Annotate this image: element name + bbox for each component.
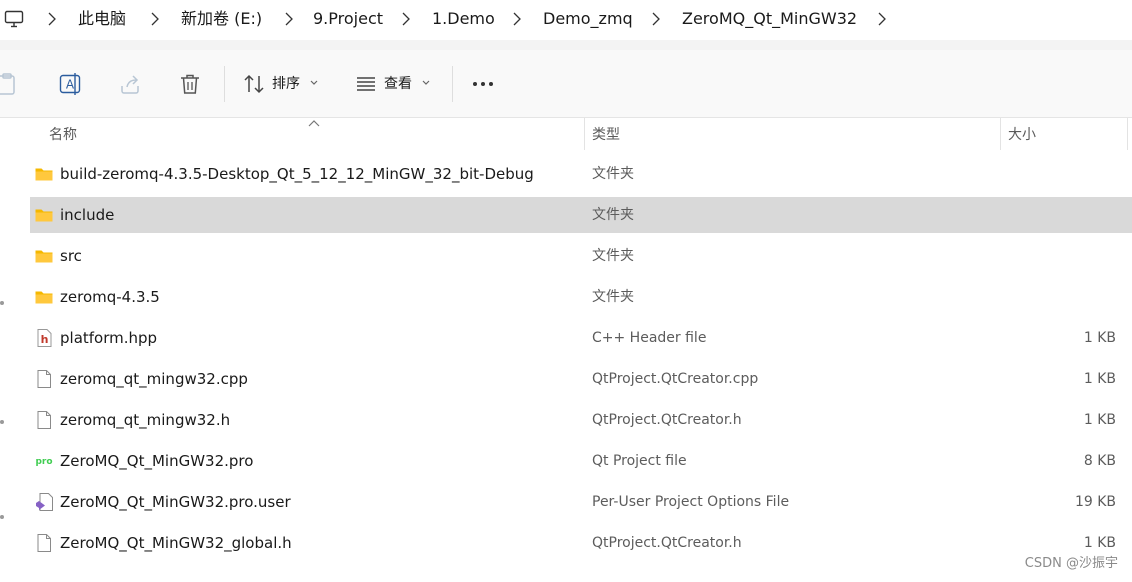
file-name: ZeroMQ_Qt_MinGW32.pro.user <box>60 493 291 511</box>
file-icon <box>34 369 54 389</box>
column-divider[interactable] <box>1000 118 1001 150</box>
chevron-down-icon <box>422 80 430 85</box>
file-icon <box>34 533 54 553</box>
chevron-right-icon[interactable] <box>651 12 661 26</box>
file-size: 1 KB <box>1083 371 1116 387</box>
toolbar-separator <box>452 66 453 102</box>
file-name: platform.hpp <box>60 329 158 347</box>
file-type: Qt Project file <box>592 453 687 469</box>
file-name: zeromq-4.3.5 <box>60 288 160 306</box>
file-row[interactable]: zeromq_qt_mingw32.h QtProject.QtCreator.h… <box>30 402 1132 438</box>
column-header: 名称 类型 大小 <box>0 118 1132 152</box>
file-name: build-zeromq-4.3.5-Desktop_Qt_5_12_12_Mi… <box>60 165 534 183</box>
folder-icon <box>34 246 54 266</box>
file-type: 文件夹 <box>592 289 634 305</box>
chevron-right-icon[interactable] <box>512 12 522 26</box>
svg-text:A: A <box>66 78 75 92</box>
file-type: 文件夹 <box>592 166 634 182</box>
svg-text:h: h <box>41 333 49 346</box>
file-row[interactable]: zeromq_qt_mingw32.cpp QtProject.QtCreator… <box>30 361 1132 397</box>
breadcrumb-item[interactable]: 此电脑 <box>78 8 126 30</box>
nav-pane-marker <box>0 420 4 424</box>
nav-pane-marker <box>0 515 4 519</box>
view-icon <box>357 77 375 91</box>
folder-icon <box>34 205 54 225</box>
file-row[interactable]: src 文件夹 <box>30 238 1132 274</box>
chevron-right-icon[interactable] <box>47 12 57 26</box>
file-type: Per-User Project Options File <box>592 494 790 510</box>
view-button[interactable]: 查看 <box>350 64 440 104</box>
divider <box>0 40 1132 50</box>
cpp-header-icon: h <box>34 328 54 348</box>
breadcrumb-item[interactable]: Demo_zmq <box>543 8 633 30</box>
file-type: QtProject.QtCreator.h <box>592 535 742 551</box>
column-name[interactable]: 名称 <box>49 126 77 144</box>
file-type: 文件夹 <box>592 248 634 264</box>
file-name: src <box>60 247 82 265</box>
column-divider[interactable] <box>1127 118 1128 150</box>
toolbar-separator <box>224 66 225 102</box>
file-size: 8 KB <box>1083 453 1116 469</box>
file-name: zeromq_qt_mingw32.h <box>60 411 231 429</box>
file-type: QtProject.QtCreator.h <box>592 412 742 428</box>
sort-button[interactable]: 排序 <box>238 64 328 104</box>
file-row[interactable]: h platform.hpp C++ Header file 1 KB <box>30 320 1132 356</box>
file-type: 文件夹 <box>592 207 634 223</box>
file-icon <box>34 410 54 430</box>
command-bar: A 排序 查看 <box>0 50 1132 118</box>
file-name: zeromq_qt_mingw32.cpp <box>60 370 248 388</box>
file-size: 19 KB <box>1074 494 1116 510</box>
qt-pro-icon: pro <box>34 451 54 471</box>
file-row[interactable]: ZeroMQ_Qt_MinGW32.pro.user Per-User Proje… <box>30 484 1132 520</box>
chevron-right-icon[interactable] <box>150 12 160 26</box>
sort-label: 排序 <box>272 76 300 92</box>
delete-icon[interactable] <box>178 72 202 96</box>
rename-icon[interactable]: A <box>58 72 82 96</box>
file-row[interactable]: zeromq-4.3.5 文件夹 <box>30 279 1132 315</box>
breadcrumb-item[interactable]: 新加卷 (E:) <box>181 8 262 30</box>
chevron-right-icon[interactable] <box>284 12 294 26</box>
view-label: 查看 <box>384 76 412 92</box>
chevron-right-icon[interactable] <box>401 12 411 26</box>
file-row[interactable]: include 文件夹 <box>30 197 1132 233</box>
svg-text:pro: pro <box>35 457 52 467</box>
paste-icon[interactable] <box>0 72 18 96</box>
column-type[interactable]: 类型 <box>592 126 620 144</box>
file-size: 1 KB <box>1083 330 1116 346</box>
breadcrumb-item[interactable]: 9.Project <box>313 8 383 30</box>
file-row[interactable]: ZeroMQ_Qt_MinGW32_global.h QtProject.QtCr… <box>30 525 1132 561</box>
file-type: QtProject.QtCreator.cpp <box>592 371 759 387</box>
share-icon[interactable] <box>118 72 142 96</box>
file-size: 1 KB <box>1083 412 1116 428</box>
chevron-right-icon[interactable] <box>877 12 887 26</box>
file-row[interactable]: build-zeromq-4.3.5-Desktop_Qt_5_12_12_Mi… <box>30 156 1132 192</box>
more-icon[interactable] <box>471 72 495 96</box>
file-row[interactable]: pro ZeroMQ_Qt_MinGW32.pro Qt Project file 8… <box>30 443 1132 479</box>
watermark: CSDN @沙振宇 <box>1024 556 1118 571</box>
breadcrumb-item[interactable]: 1.Demo <box>432 8 495 30</box>
computer-icon[interactable] <box>4 10 24 28</box>
file-name: ZeroMQ_Qt_MinGW32_global.h <box>60 534 292 552</box>
chevron-down-icon <box>310 80 318 85</box>
file-size: 1 KB <box>1083 535 1116 551</box>
nav-pane-marker <box>0 301 4 305</box>
sort-ascending-icon <box>308 120 320 127</box>
address-bar[interactable]: 此电脑 新加卷 (E:) 9.Project 1.Demo Demo_zmq Z… <box>0 0 1132 40</box>
breadcrumb-item-current[interactable]: ZeroMQ_Qt_MinGW32 <box>682 8 857 30</box>
sort-icon <box>244 74 264 94</box>
file-name: include <box>60 206 115 224</box>
column-divider[interactable] <box>584 118 585 150</box>
folder-icon <box>34 287 54 307</box>
column-size[interactable]: 大小 <box>1008 126 1036 144</box>
file-name: ZeroMQ_Qt_MinGW32.pro <box>60 452 254 470</box>
visual-studio-file-icon <box>34 492 54 512</box>
file-type: C++ Header file <box>592 330 707 346</box>
folder-icon <box>34 164 54 184</box>
